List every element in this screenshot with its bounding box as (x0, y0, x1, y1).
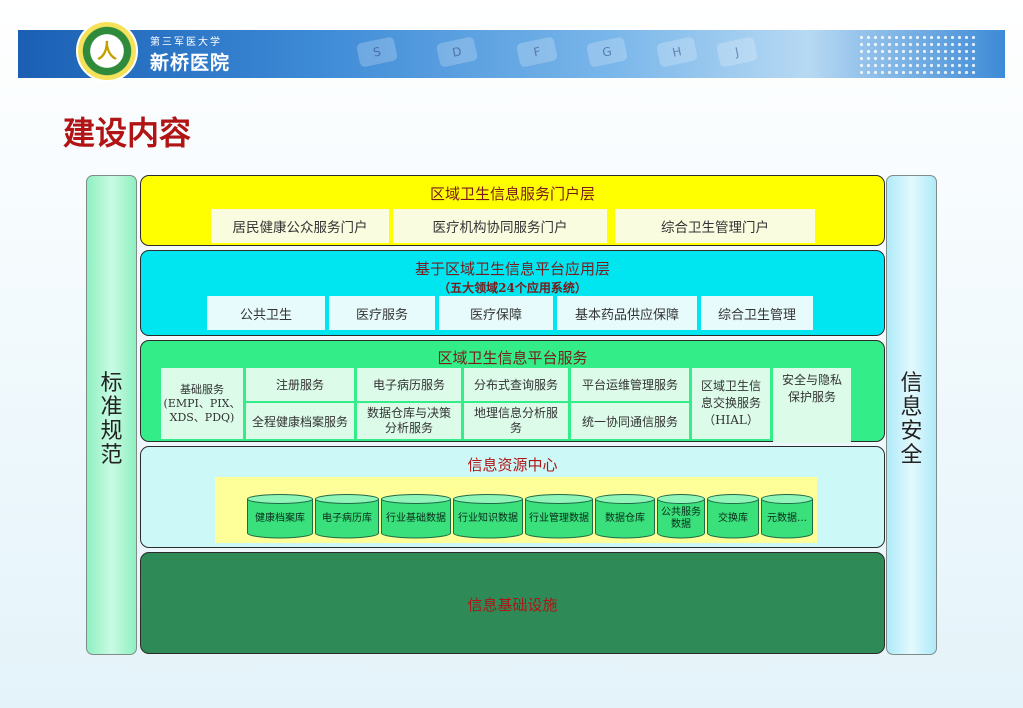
pillar-char: 安 (900, 419, 923, 444)
pillar-char: 范 (100, 443, 123, 468)
data-store-cylinder: 数据仓库 (595, 494, 655, 539)
data-store-cylinder: 公共服务 数据 (657, 494, 705, 539)
pillar-char: 息 (900, 395, 923, 420)
application-layer: 基于区域卫生信息平台应用层 （五大领域24个应用系统） 公共卫生 医疗服务 医疗… (140, 250, 885, 336)
security-service: 安全与隐私 保护服务 (773, 368, 851, 443)
pillar-char: 信 (900, 371, 923, 396)
logo-mark: 人 (97, 39, 117, 63)
security-pillar: 信息安全 (886, 175, 937, 655)
service-item: 电子病历服务 (357, 368, 461, 401)
data-store-label: 数据仓库 (605, 513, 645, 524)
data-store-label: 公共服务 数据 (661, 507, 701, 530)
application-item: 基本药品供应保障 (557, 296, 697, 330)
data-store-label: 电子病历库 (322, 513, 372, 524)
resource-cylinders: 健康档案库 电子病历库 行业基础数据 行业知识数据 行业管理数据 数据仓库 公共服务 数据 交… (141, 447, 886, 549)
data-store-label: 健康档案库 (255, 513, 305, 524)
data-store-label: 元数据… (767, 513, 807, 524)
service-item: 数据仓库与决策 分析服务 (357, 403, 461, 439)
infrastructure-title: 信息基础设施 (467, 596, 558, 614)
service-item: 注册服务 (246, 368, 354, 401)
application-item: 医疗保障 (439, 296, 553, 330)
infrastructure-layer: 信息基础设施 (140, 552, 885, 654)
pillar-char: 标 (100, 371, 123, 396)
data-store-label: 行业知识数据 (458, 513, 518, 524)
application-layer-title: 基于区域卫生信息平台应用层 (414, 260, 610, 278)
data-store-label: 行业管理数据 (529, 513, 589, 524)
data-store-cylinder: 行业基础数据 (381, 494, 451, 539)
standards-pillar-label: 标准规范 (87, 372, 136, 468)
pillar-char: 准 (100, 395, 123, 420)
portal-item: 综合卫生管理门户 (615, 209, 815, 243)
data-store-cylinder: 行业知识数据 (453, 494, 523, 539)
pillar-char: 规 (100, 419, 123, 444)
pillar-char: 全 (900, 443, 923, 468)
hospital-subtitle: 第三军医大学 (150, 37, 222, 48)
portal-item: 医疗机构协同服务门户 (393, 209, 607, 243)
application-item: 综合卫生管理 (701, 296, 813, 330)
hospital-name: 新桥医院 (150, 52, 231, 74)
data-store-cylinder: 交换库 (707, 494, 759, 539)
portal-item: 居民健康公众服务门户 (211, 209, 389, 243)
application-item: 医疗服务 (329, 296, 435, 330)
hial-service: 区域卫生信 息交换服务 （HIAL） (692, 368, 770, 439)
platform-service-title: 区域卫生信息平台服务 (437, 349, 588, 367)
portal-layer-title: 区域卫生信息服务门户层 (429, 185, 595, 203)
service-item: 全程健康档案服务 (246, 403, 354, 439)
service-item: 统一协同通信服务 (571, 403, 689, 439)
application-layer-subtitle: （五大领域24个应用系统） (438, 281, 587, 295)
data-store-label: 交换库 (718, 513, 748, 524)
security-pillar-label: 信息安全 (887, 372, 936, 468)
data-store-cylinder: 健康档案库 (247, 494, 313, 539)
portal-layer: 区域卫生信息服务门户层 居民健康公众服务门户 医疗机构协同服务门户 综合卫生管理… (140, 175, 885, 246)
platform-service-layer: 区域卫生信息平台服务 基础服务 (EMPI、PIX、 XDS、PDQ) 注册服务… (140, 340, 885, 443)
service-item: 平台运维管理服务 (571, 368, 689, 401)
service-item: 地理信息分析服 务 (464, 403, 568, 439)
service-item: 分布式查询服务 (464, 368, 568, 401)
data-store-label: 行业基础数据 (386, 513, 446, 524)
data-store-cylinder: 电子病历库 (315, 494, 379, 539)
standards-pillar: 标准规范 (86, 175, 137, 655)
application-item: 公共卫生 (207, 296, 325, 330)
base-service: 基础服务 (EMPI、PIX、 XDS、PDQ) (161, 368, 243, 439)
data-store-cylinder: 行业管理数据 (525, 494, 593, 539)
data-store-cylinder: 元数据… (761, 494, 813, 539)
page-title: 建设内容 (63, 114, 192, 152)
resource-center-layer: 信息资源中心 健康档案库 电子病历库 行业基础数据 行业知识数据 行业管理数据 数据仓库公… (140, 446, 885, 548)
